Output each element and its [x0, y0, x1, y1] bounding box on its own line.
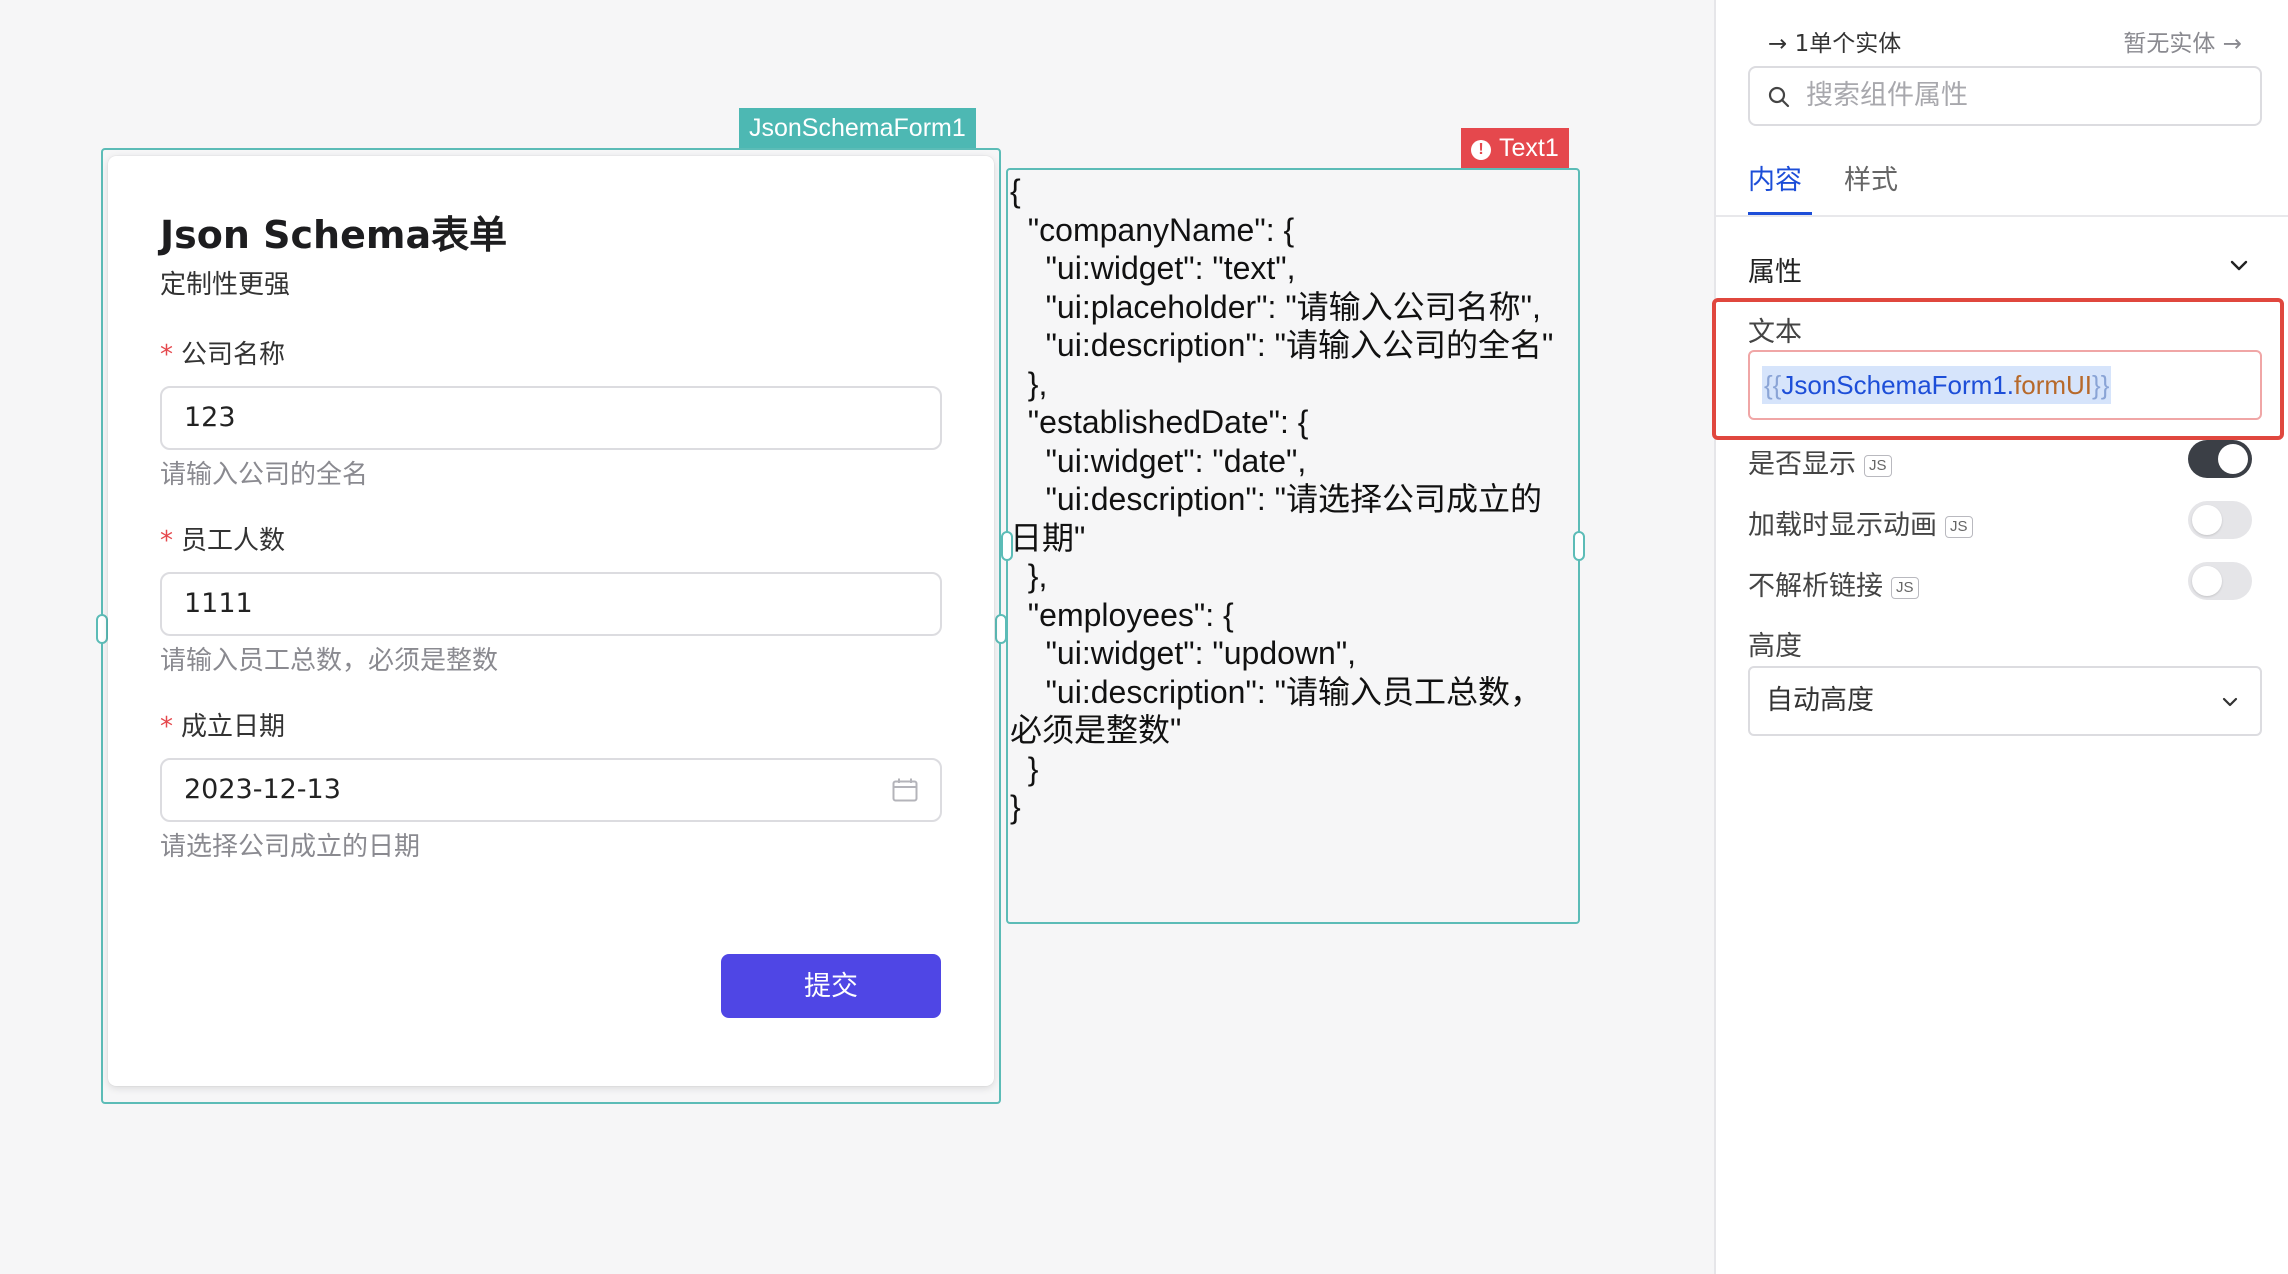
- required-mark: *: [160, 712, 173, 742]
- chevron-down-icon: [2222, 697, 2238, 707]
- arrow-right-icon: →: [2222, 31, 2242, 57]
- loading-animation-toggle[interactable]: [2188, 501, 2252, 539]
- height-label: 高度: [1748, 631, 1802, 662]
- js-badge[interactable]: JS: [1891, 577, 1919, 599]
- binding-open-brace: {{: [1764, 370, 1782, 400]
- employees-description: 请输入员工总数，必须是整数: [160, 646, 499, 676]
- company-name-label-text: 公司名称: [181, 340, 286, 370]
- tab-divider: [1716, 215, 2288, 217]
- property-search-input[interactable]: 搜索组件属性: [1748, 66, 2262, 126]
- search-icon: [1768, 86, 1790, 108]
- binding-close-brace: }}: [2092, 370, 2110, 400]
- text-right-resize-handle[interactable]: [1573, 531, 1585, 561]
- company-name-description: 请输入公司的全名: [160, 460, 369, 490]
- established-date-label: * 成立日期: [160, 706, 285, 743]
- chevron-down-icon[interactable]: [2228, 254, 2250, 276]
- json-schema-form-card: Json Schema表单 定制性更强 * 公司名称 123 请输入公司的全名 *…: [108, 156, 994, 1086]
- disable-link-parsing-label: 不解析链接 JS: [1748, 564, 1919, 603]
- tab-content[interactable]: 内容: [1748, 158, 1802, 197]
- company-name-label: * 公司名称: [160, 334, 285, 371]
- left-resize-handle[interactable]: [96, 614, 108, 644]
- visible-label: 是否显示 JS: [1748, 442, 1892, 481]
- employees-label-text: 员工人数: [181, 526, 286, 556]
- js-badge[interactable]: JS: [1945, 516, 1973, 538]
- form-title: Json Schema表单: [160, 213, 508, 257]
- toggle-knob: [2218, 444, 2248, 474]
- entity-nav-previous[interactable]: → 1单个实体: [1768, 24, 1901, 58]
- visible-label-text: 是否显示: [1748, 449, 1856, 480]
- toggle-knob: [2192, 505, 2222, 535]
- employees-input[interactable]: 1111: [160, 572, 942, 636]
- established-date-input[interactable]: 2023-12-13: [160, 758, 942, 822]
- visible-toggle[interactable]: [2188, 440, 2252, 478]
- required-mark: *: [160, 526, 173, 556]
- binding-dot: .: [2006, 370, 2015, 400]
- text-component-tag[interactable]: ! Text1: [1461, 128, 1569, 168]
- entity-nav-next[interactable]: 暂无实体 →: [2123, 24, 2242, 58]
- disable-link-parsing-label-text: 不解析链接: [1748, 571, 1883, 602]
- property-panel: → 1单个实体 暂无实体 → 搜索组件属性 内容 样式 属性 文本 {{Json…: [1712, 0, 2288, 1274]
- section-title-properties[interactable]: 属性: [1748, 250, 1802, 289]
- height-select[interactable]: 自动高度: [1748, 666, 2262, 736]
- alert-icon: !: [1471, 140, 1491, 160]
- canvas: JsonSchemaForm1 Json Schema表单 定制性更强 * 公司名…: [0, 0, 1630, 1274]
- tab-style[interactable]: 样式: [1844, 158, 1898, 197]
- entity-nav-next-label: 暂无实体: [2123, 31, 2216, 57]
- loading-animation-label-text: 加载时显示动画: [1748, 510, 1937, 541]
- text-property-input[interactable]: {{JsonSchemaForm1.formUI}}: [1748, 350, 2262, 420]
- text-property-label: 文本: [1748, 317, 1802, 348]
- company-name-input[interactable]: 123: [160, 386, 942, 450]
- established-date-description: 请选择公司成立的日期: [160, 832, 421, 862]
- text-property-value: {{JsonSchemaForm1.formUI}}: [1762, 366, 2112, 404]
- search-placeholder: 搜索组件属性: [1806, 80, 1968, 111]
- binding-object: JsonSchemaForm1: [1781, 370, 2007, 400]
- employees-label: * 员工人数: [160, 520, 285, 557]
- submit-button[interactable]: 提交: [721, 954, 941, 1018]
- text-component-content: { "companyName": { "ui:widget": "text", …: [1010, 173, 1554, 825]
- arrow-right-icon: →: [1768, 31, 1788, 57]
- form-subtitle: 定制性更强: [160, 270, 291, 300]
- established-date-value: 2023-12-13: [184, 774, 341, 805]
- toggle-knob: [2192, 566, 2222, 596]
- text-component-tag-label: Text1: [1499, 134, 1559, 162]
- established-date-label-text: 成立日期: [181, 712, 286, 742]
- js-badge[interactable]: JS: [1864, 455, 1892, 477]
- disable-link-parsing-toggle[interactable]: [2188, 562, 2252, 600]
- required-mark: *: [160, 340, 173, 370]
- form-component-tag[interactable]: JsonSchemaForm1: [739, 108, 976, 148]
- binding-property: formUI: [2014, 370, 2093, 400]
- entity-nav-previous-label: 1单个实体: [1794, 31, 1902, 57]
- calendar-icon[interactable]: [892, 778, 918, 802]
- loading-animation-label: 加载时显示动画 JS: [1748, 503, 1973, 542]
- height-select-value: 自动高度: [1766, 685, 1874, 716]
- canvas-gutter: [1630, 0, 1714, 1274]
